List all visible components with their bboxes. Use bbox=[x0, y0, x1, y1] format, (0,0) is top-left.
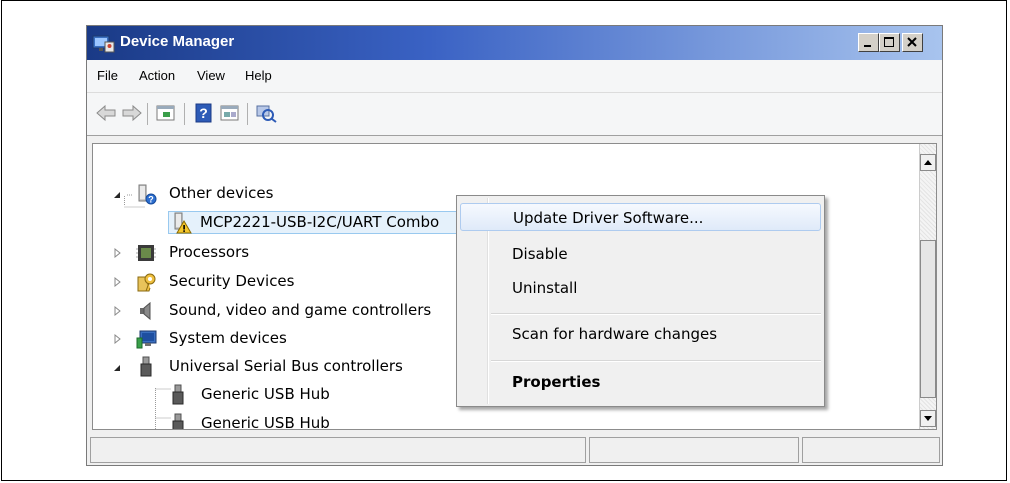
help-icon[interactable]: ? bbox=[193, 103, 215, 123]
tree-item-label: MCP2221-USB-I2C/UART Combo bbox=[200, 213, 440, 231]
menu-item-label: Disable bbox=[512, 245, 568, 263]
minimize-button[interactable] bbox=[858, 33, 879, 52]
menu-item-uninstall[interactable]: Uninstall bbox=[460, 274, 821, 302]
vertical-scrollbar[interactable] bbox=[919, 144, 936, 429]
tree-item-security-devices[interactable]: Security Devices bbox=[93, 270, 493, 294]
usb-icon bbox=[172, 384, 184, 405]
tree-item-usb-controllers[interactable]: Universal Serial Bus controllers bbox=[93, 355, 493, 379]
menu-bar: File Action View Help bbox=[87, 60, 942, 93]
context-menu: Update Driver Software... Disable Uninst… bbox=[456, 195, 825, 407]
menu-item-scan-hardware[interactable]: Scan for hardware changes bbox=[460, 320, 821, 348]
menu-item-properties[interactable]: Properties bbox=[460, 368, 821, 396]
scan-hardware-icon[interactable] bbox=[255, 103, 277, 123]
minimize-icon bbox=[864, 45, 871, 47]
tree-item-generic-usb-hub[interactable]: Generic USB Hub bbox=[93, 383, 493, 407]
toolbar-separator bbox=[184, 103, 185, 125]
unknown-device-icon: ? bbox=[138, 184, 157, 205]
window-title: Device Manager bbox=[120, 33, 235, 50]
tree-item-label: Security Devices bbox=[169, 272, 295, 290]
tree-item-label: Universal Serial Bus controllers bbox=[169, 357, 403, 375]
status-bar bbox=[87, 436, 942, 465]
menu-file[interactable]: File bbox=[97, 68, 118, 83]
menu-item-label: Properties bbox=[512, 373, 601, 391]
toolbar-separator bbox=[147, 103, 148, 125]
properties-icon[interactable] bbox=[155, 103, 177, 123]
toolbar: ? bbox=[87, 93, 942, 136]
scrollbar-thumb[interactable] bbox=[920, 240, 936, 398]
expand-arrow-icon[interactable] bbox=[113, 277, 123, 287]
tree-item-label: Sound, video and game controllers bbox=[169, 301, 432, 319]
speaker-icon bbox=[140, 301, 151, 321]
scroll-down-button[interactable] bbox=[920, 410, 936, 427]
status-pane bbox=[90, 437, 586, 463]
menu-item-label: Uninstall bbox=[512, 279, 578, 297]
status-pane bbox=[589, 437, 799, 463]
menu-separator bbox=[491, 313, 821, 315]
svg-text:?: ? bbox=[199, 105, 208, 121]
usb-icon bbox=[140, 356, 152, 377]
toolbar-separator bbox=[247, 103, 248, 125]
back-arrow-icon[interactable] bbox=[95, 103, 117, 123]
tree-item-label: System devices bbox=[169, 329, 287, 347]
maximize-icon bbox=[884, 37, 894, 47]
menu-view[interactable]: View bbox=[197, 68, 225, 83]
device-manager-icon bbox=[92, 35, 115, 53]
tree-item-generic-usb-hub[interactable]: Generic USB Hub bbox=[93, 412, 493, 430]
tree-item-other-devices[interactable]: ? Other devices bbox=[93, 182, 493, 206]
menu-item-label: Update Driver Software... bbox=[513, 209, 704, 227]
usb-icon bbox=[172, 413, 184, 429]
tree-item-sound-video[interactable]: Sound, video and game controllers bbox=[93, 299, 493, 323]
expand-arrow-icon[interactable] bbox=[113, 248, 123, 258]
menu-separator bbox=[491, 360, 821, 362]
menu-help[interactable]: Help bbox=[245, 68, 272, 83]
warning-device-icon bbox=[174, 212, 192, 234]
tree-item-label: Generic USB Hub bbox=[201, 414, 330, 430]
expand-arrow-icon[interactable] bbox=[113, 334, 123, 344]
details-icon[interactable] bbox=[219, 103, 241, 123]
forward-arrow-icon[interactable] bbox=[121, 103, 143, 123]
tree-item-system-devices[interactable]: System devices bbox=[93, 327, 493, 351]
menu-action[interactable]: Action bbox=[139, 68, 175, 83]
tree-item-label: Generic USB Hub bbox=[201, 385, 330, 403]
title-bar[interactable]: Device Manager bbox=[87, 26, 942, 60]
svg-text:?: ? bbox=[148, 195, 154, 205]
tree-item-label: Processors bbox=[169, 243, 250, 261]
arrow-up-icon bbox=[924, 160, 932, 165]
close-button[interactable] bbox=[902, 33, 923, 52]
tree-item-processors[interactable]: Processors bbox=[93, 241, 493, 265]
menu-item-disable[interactable]: Disable bbox=[460, 240, 821, 268]
computer-icon bbox=[136, 330, 157, 349]
close-icon bbox=[907, 37, 917, 47]
collapse-arrow-icon[interactable] bbox=[112, 190, 122, 200]
menu-item-update-driver[interactable]: Update Driver Software... bbox=[460, 203, 821, 231]
maximize-button[interactable] bbox=[879, 33, 900, 52]
scroll-up-button[interactable] bbox=[920, 154, 936, 171]
expand-arrow-icon[interactable] bbox=[113, 306, 123, 316]
processor-icon bbox=[136, 245, 156, 261]
status-pane bbox=[802, 437, 940, 463]
arrow-down-icon bbox=[924, 416, 932, 421]
menu-item-label: Scan for hardware changes bbox=[512, 325, 718, 343]
security-key-icon bbox=[137, 273, 156, 292]
tree-item-label: Other devices bbox=[169, 184, 274, 202]
collapse-arrow-icon[interactable] bbox=[112, 363, 122, 373]
